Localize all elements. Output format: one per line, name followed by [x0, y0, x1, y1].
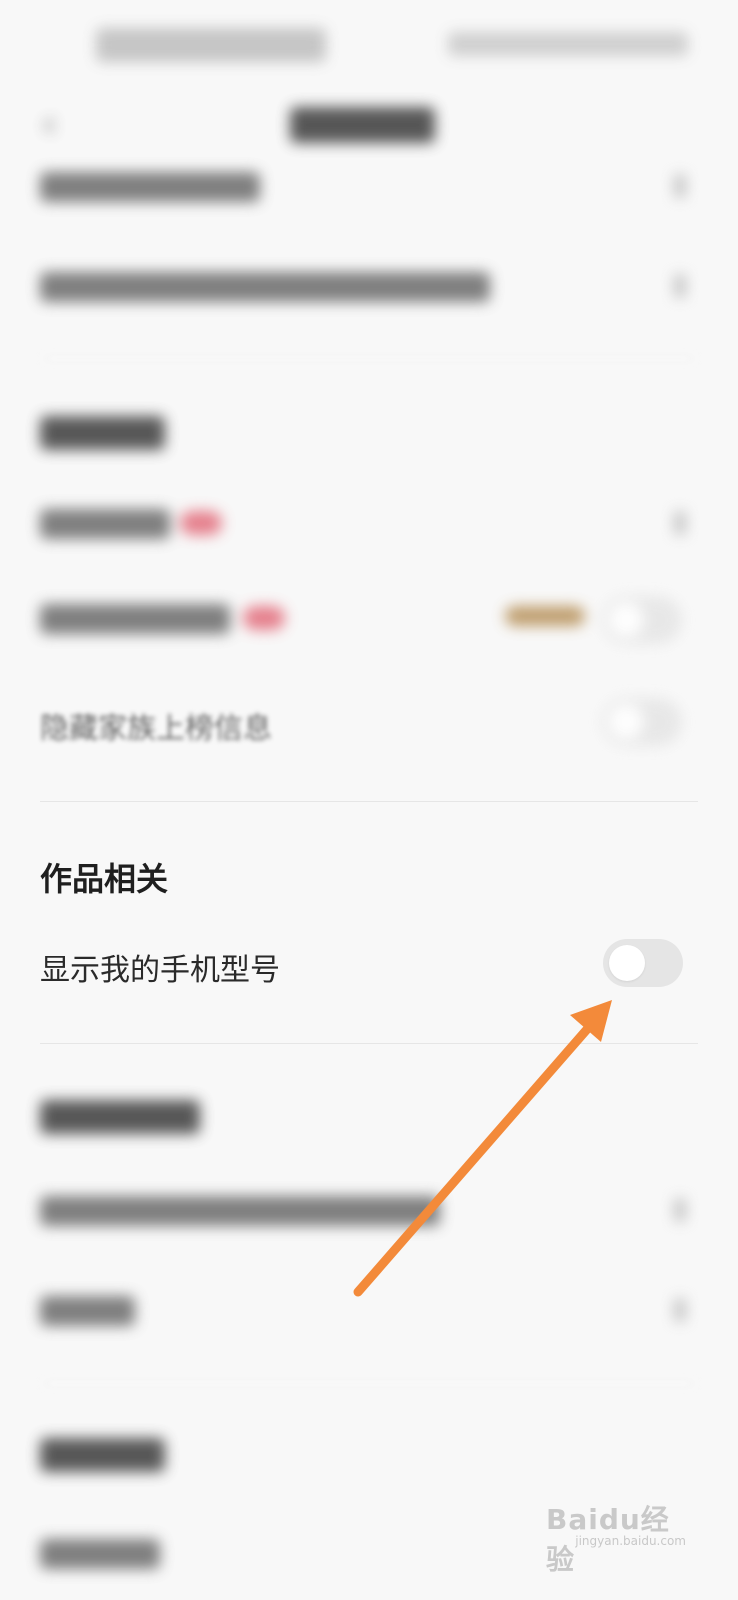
settings-page: ‹ 隐藏家族上榜信息 作品相关 显示我的手机型号 Baidu经验 jingyan…	[0, 0, 738, 1600]
baidu-watermark: Baidu经验 jingyan.baidu.com	[546, 1498, 686, 1576]
watermark-url: jingyan.baidu.com	[575, 1534, 686, 1548]
annotation-arrow-icon	[353, 1000, 612, 1297]
